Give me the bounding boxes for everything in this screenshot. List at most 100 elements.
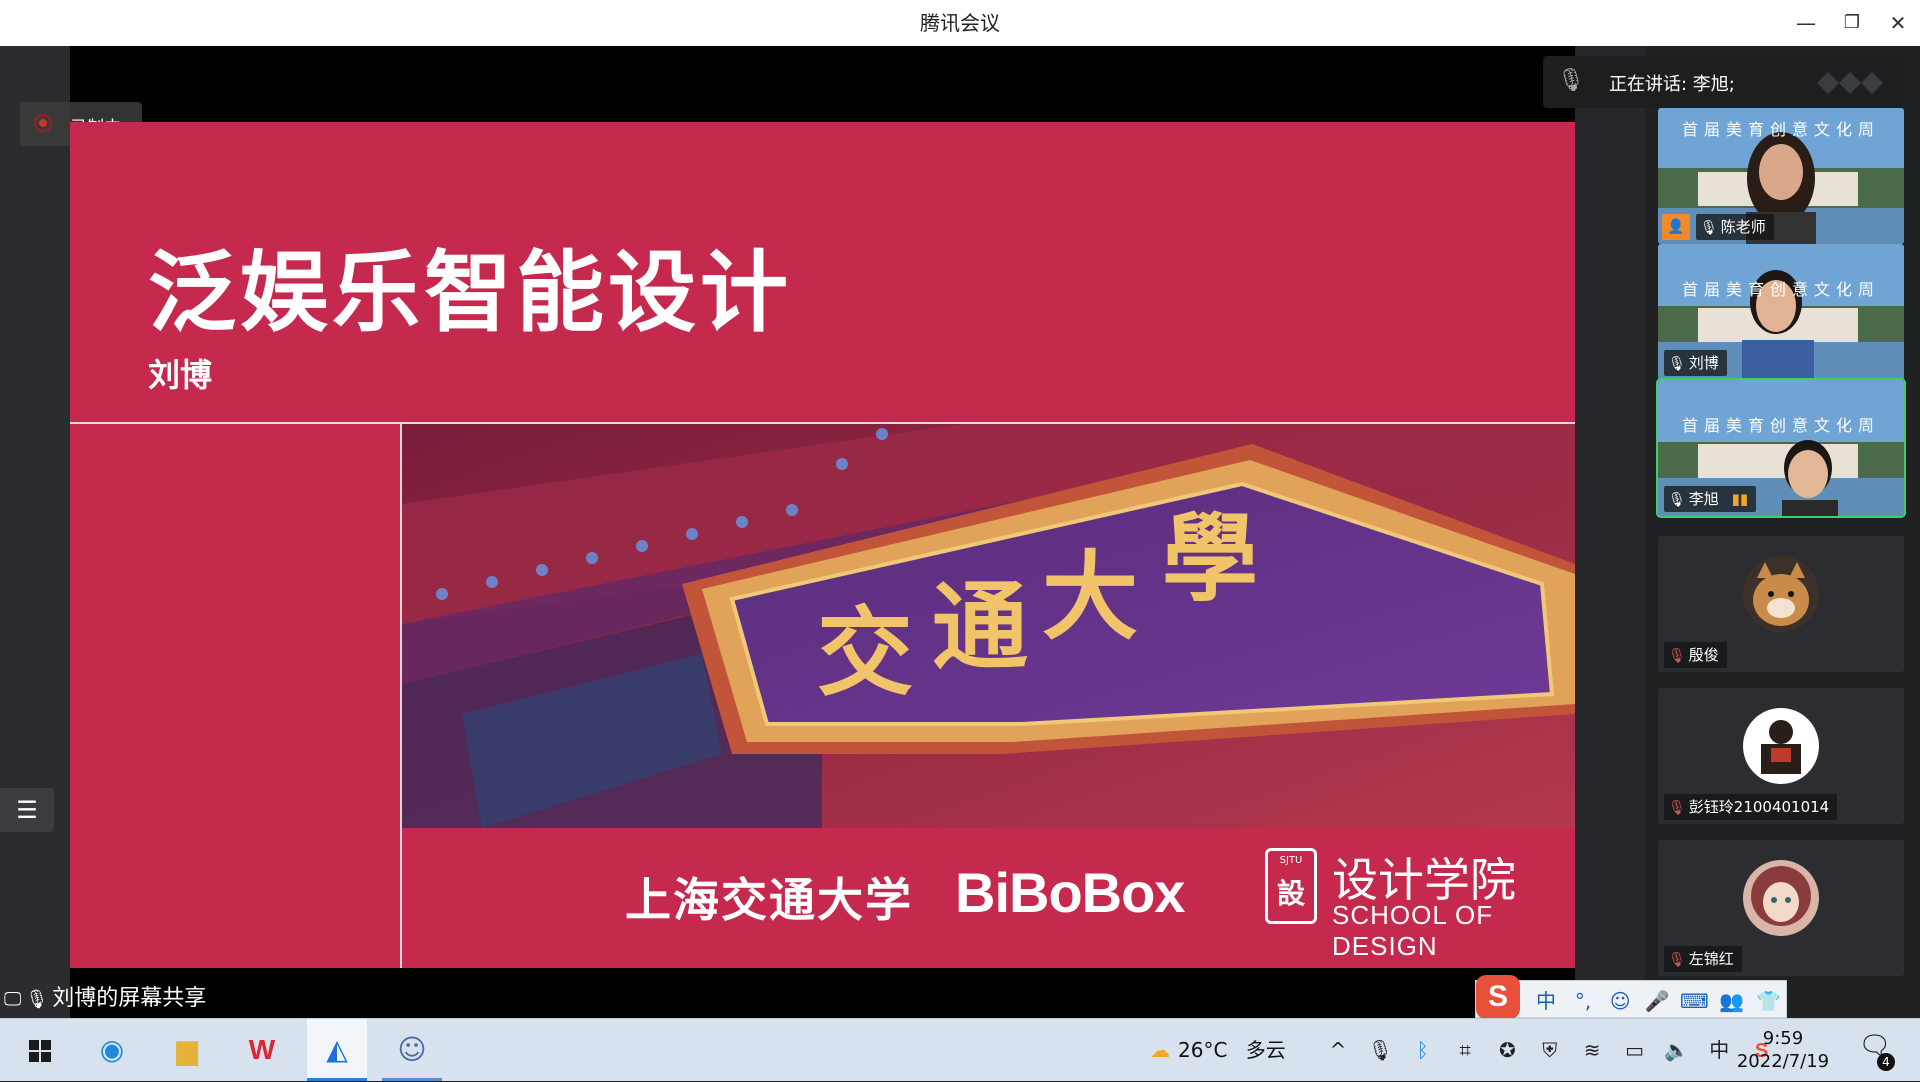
sjtu-logo-text: 上海交通大学: [625, 873, 913, 927]
participant-tile[interactable]: 首届美育创意文化周 🎙 刘博: [1658, 244, 1904, 380]
plaque-char-3: 大: [1042, 540, 1138, 653]
taskbar: ◉ ▆ W ◭ ☺ ☁ 26°C 多云 ^ 🎙 ᛒ ⌗ ✪ ⛨ ≋ ▭ 🔈 中 S…: [0, 1018, 1920, 1081]
microphone-icon: 🎙: [25, 989, 49, 1010]
close-icon[interactable]: ✕: [1876, 0, 1920, 46]
clock[interactable]: 9:59 2022/7/19: [1728, 1027, 1838, 1073]
user-app-icon[interactable]: ☺: [382, 1019, 442, 1081]
screen-share-label: 🖵 🎙 刘博的屏幕共享: [4, 980, 206, 1012]
list-icon: ☰: [16, 796, 38, 824]
participant-name: 李旭: [1688, 490, 1719, 508]
microphone-muted-icon: 🎙: [1668, 800, 1686, 816]
seal-mid-text: 設: [1276, 877, 1305, 910]
title-bar: 腾讯会议 — ❐ ✕: [0, 0, 1920, 47]
weather-widget[interactable]: ☁ 26°C 多云: [1150, 1019, 1286, 1081]
school-seal-logo: SJTU 設: [1265, 848, 1317, 924]
weather-description: 多云: [1245, 1038, 1286, 1062]
clock-time: 9:59: [1762, 1028, 1804, 1049]
avatar: [1743, 556, 1819, 632]
participant-tile[interactable]: 🎙 彭钰玲2100401014: [1658, 688, 1904, 824]
banner-text: 首届美育创意文化周: [1681, 416, 1880, 435]
windows-icon: [29, 1040, 51, 1062]
screen-share-text: 刘博的屏幕共享: [52, 986, 207, 1011]
qq-icon[interactable]: ✪: [1489, 1019, 1525, 1081]
plaque-char-2: 通: [932, 570, 1028, 683]
ime-voice-icon[interactable]: 🎤: [1641, 989, 1673, 1013]
avatar: [1743, 860, 1819, 936]
participant-name-tag: 🎙 彭钰玲2100401014: [1664, 794, 1838, 820]
weather-cloud-icon: ☁: [1150, 1038, 1170, 1062]
ime-keyboard-icon[interactable]: ⌨: [1678, 989, 1710, 1013]
ime-user-icon[interactable]: 👥: [1715, 989, 1747, 1013]
ime-emoji-icon[interactable]: ☺: [1604, 989, 1636, 1013]
minimize-icon[interactable]: —: [1784, 0, 1828, 46]
now-speaking-text: 正在讲话: 李旭;: [1609, 74, 1735, 95]
participant-name: 陈老师: [1720, 218, 1766, 236]
share-top-band: [70, 46, 1575, 122]
participant-tile-active[interactable]: 首届美育创意文化周 🎙 李旭 ▮▮: [1656, 378, 1906, 518]
bluetooth-icon[interactable]: ᛒ: [1405, 1019, 1441, 1081]
ime-skin-icon[interactable]: 👕: [1753, 989, 1785, 1013]
shared-slide: 泛娱乐智能设计 刘博 交 通 大 學 上海交通大学 BiBoBox SJTU 設…: [70, 122, 1575, 968]
share-bottom-band: [70, 968, 1575, 1018]
participant-name-tag: 🎙 李旭 ▮▮: [1664, 486, 1757, 512]
participant-name-tag: 🎙 刘博: [1664, 350, 1727, 376]
tencent-meeting-icon[interactable]: ◭: [307, 1019, 367, 1081]
banner-text: 首届美育创意文化周: [1681, 120, 1880, 139]
participant-name-tag: 🎙 左锦红: [1664, 946, 1742, 972]
avatar: [1743, 708, 1819, 784]
list-toggle-button[interactable]: ☰: [0, 788, 54, 832]
sogou-ime-icon[interactable]: S: [1476, 975, 1520, 1019]
speaking-mic-icon: 🎙: [1557, 68, 1585, 93]
wps-icon[interactable]: W: [232, 1019, 292, 1081]
participant-panel-strip: [1575, 46, 1645, 1018]
meeting-stage: 录制中 泛娱乐智能设计 刘博: [0, 46, 1920, 1018]
design-school-name-en: SCHOOL OF DESIGN: [1332, 900, 1494, 961]
show-hidden-icons-chevron-icon[interactable]: ^: [1320, 1019, 1356, 1081]
plaque-char-1: 交: [817, 596, 913, 709]
start-button[interactable]: [5, 1019, 65, 1081]
seal-top-text: SJTU: [1279, 855, 1303, 866]
participant-name: 殷俊: [1688, 646, 1719, 664]
participant-name: 左锦红: [1688, 950, 1734, 968]
participant-name-tag: 🎙 殷俊: [1664, 642, 1727, 668]
edge-icon[interactable]: ◉: [82, 1019, 142, 1081]
participant-tile[interactable]: 🎙 左锦红: [1658, 840, 1904, 976]
record-icon: [34, 114, 52, 132]
security-shield-icon[interactable]: ⛨: [1532, 1019, 1568, 1081]
microphone-tray-icon[interactable]: 🎙: [1362, 1019, 1398, 1081]
restore-icon[interactable]: ❐: [1830, 0, 1874, 46]
microphone-muted-icon: 🎙: [1668, 648, 1686, 664]
participant-tile[interactable]: 🎙 殷俊: [1658, 536, 1904, 672]
window-title: 腾讯会议: [920, 11, 1000, 35]
layout-toggle-icon[interactable]: [1817, 72, 1883, 94]
gate-plaque-photo: 交 通 大 學: [402, 424, 1575, 828]
ime-toolbar[interactable]: S 中 °, ☺ 🎤 ⌨ 👥 👕 ▦: [1475, 975, 1787, 1038]
microphone-icon: 🎙: [1700, 220, 1718, 236]
microphone-icon: 🎙: [1668, 356, 1686, 372]
wifi-icon[interactable]: ≋: [1574, 1019, 1610, 1081]
notification-count-badge: 4: [1877, 1053, 1895, 1071]
participant-tile[interactable]: 首届美育创意文化周 👤 🎙 陈老师: [1658, 108, 1904, 244]
participant-name: 刘博: [1688, 354, 1719, 372]
screenshot-tool-icon[interactable]: ⌗: [1447, 1019, 1483, 1081]
volume-icon[interactable]: 🔈: [1659, 1019, 1695, 1081]
clock-date: 2022/7/19: [1736, 1051, 1830, 1072]
microphone-icon: 🎙: [1668, 492, 1686, 508]
system-tray: ^ 🎙 ᛒ ⌗ ✪ ⛨ ≋ ▭ 🔈 中 S: [1320, 1019, 1780, 1081]
plaque-char-4: 學: [1162, 502, 1258, 615]
screen-share-icon: 🖵: [4, 989, 22, 1010]
file-explorer-icon[interactable]: ▆: [157, 1019, 217, 1081]
microphone-muted-icon: 🎙: [1668, 952, 1686, 968]
slide-title: 泛娱乐智能设计: [148, 241, 793, 344]
user-icon: 👤: [1662, 214, 1690, 240]
battery-icon[interactable]: ▭: [1617, 1019, 1653, 1081]
left-gutter: [0, 46, 70, 1018]
weather-temperature: 26°C: [1178, 1038, 1228, 1062]
now-speaking-bar: 🎙 正在讲话: 李旭;: [1543, 56, 1903, 108]
bibobox-logo: BiBoBox: [955, 861, 1185, 924]
notification-center-button[interactable]: 🗨 4: [1855, 1031, 1895, 1071]
audio-level-icon: ▮▮: [1731, 490, 1749, 508]
slide-author: 刘博: [148, 356, 213, 394]
ime-punctuation-icon[interactable]: °,: [1567, 989, 1599, 1013]
ime-mode-icon[interactable]: 中: [1530, 985, 1562, 1014]
